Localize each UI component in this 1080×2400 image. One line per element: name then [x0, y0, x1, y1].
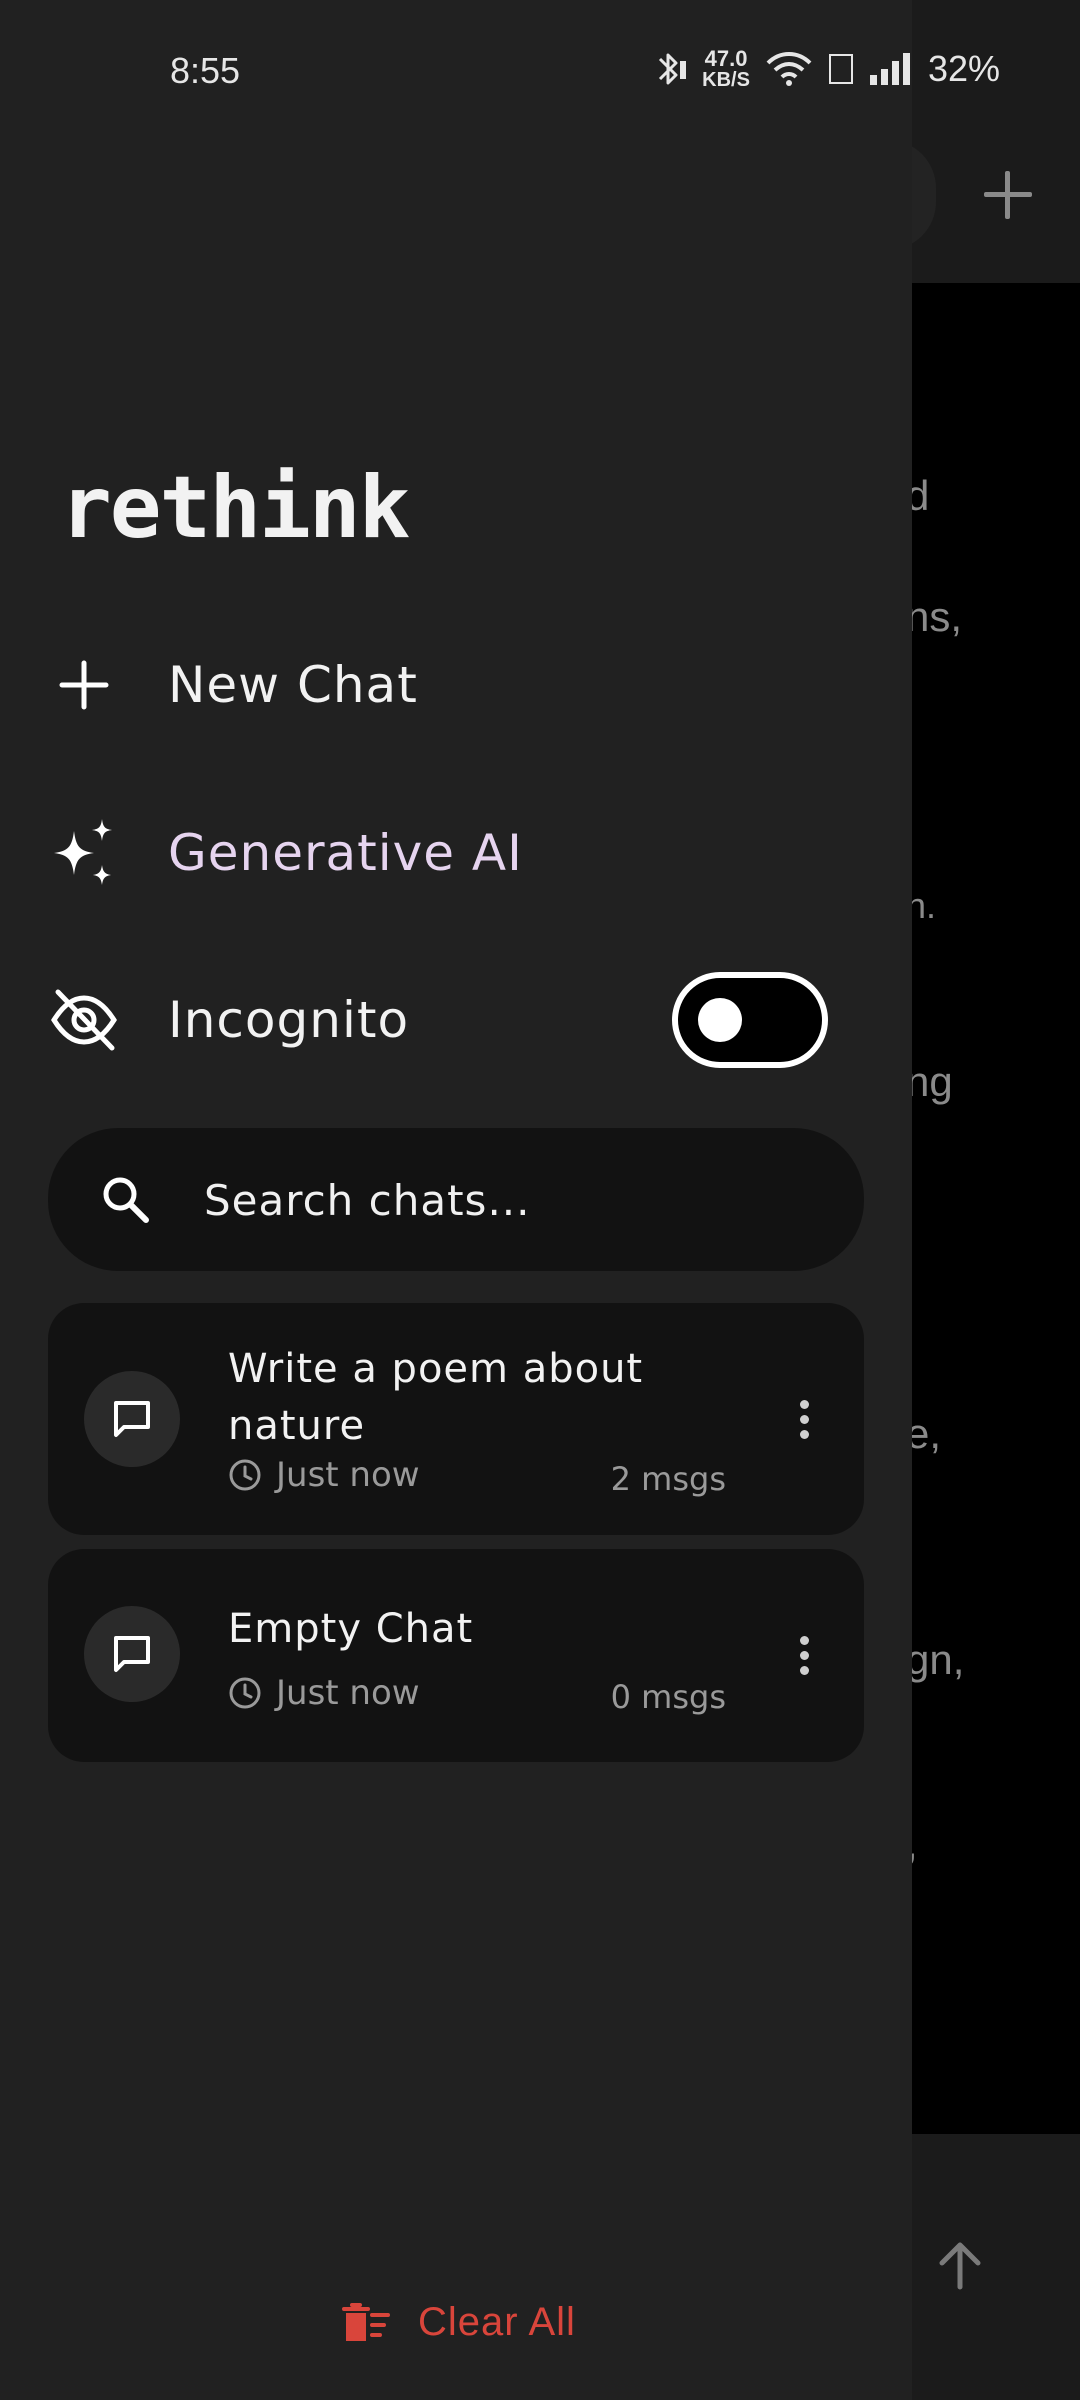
more-vert-icon[interactable] [784, 1625, 824, 1685]
status-icons: 47.0 KB/S 32% [652, 48, 1000, 90]
signal-icon [869, 53, 910, 85]
logo-text: rethink [60, 465, 410, 545]
chat-time: Just now [228, 1673, 420, 1713]
network-speed-value: 47.0 [704, 46, 748, 71]
new-chat-button[interactable]: New Chat [0, 625, 912, 745]
generative-ai-label: Generative AI [168, 824, 523, 882]
chat-avatar [84, 1371, 180, 1467]
chat-bubble-icon [114, 1636, 150, 1672]
search-input[interactable] [204, 1156, 824, 1244]
chat-avatar [84, 1606, 180, 1702]
network-speed: 47.0 KB/S [702, 46, 750, 91]
status-time: 8:55 [170, 50, 241, 91]
chat-list-item[interactable]: Write a poem about nature Just now 2 msg… [48, 1303, 864, 1535]
chat-title: Write a poem about nature [228, 1346, 644, 1449]
incognito-toggle[interactable] [672, 972, 828, 1068]
clear-all-label: Clear All [418, 2300, 576, 2344]
chat-title: Empty Chat [228, 1606, 474, 1652]
chat-time-text: Just now [276, 1455, 420, 1495]
bluetooth-icon [659, 53, 687, 85]
navigation-drawer: rethink New Chat Generative AI Incognito… [0, 0, 912, 2400]
plus-icon [48, 649, 120, 721]
background-text: gn, [906, 1636, 965, 1683]
search-bar [48, 1128, 864, 1271]
sparkles-icon [48, 817, 120, 889]
chat-time-text: Just now [276, 1673, 420, 1713]
background-text: ng [906, 1058, 953, 1105]
background-text: ns, [906, 593, 963, 640]
rethink-logo: rethink [60, 465, 412, 545]
new-chat-label: New Chat [168, 656, 418, 714]
clear-all-button[interactable]: Clear All [340, 2300, 576, 2345]
network-speed-unit: KB/S [702, 69, 750, 91]
chat-bubble-icon [114, 1401, 150, 1437]
more-vert-icon[interactable] [784, 1389, 824, 1449]
chat-message-count: 0 msgs [610, 1678, 726, 1716]
clock-icon [229, 1459, 261, 1491]
arrow-up-icon [939, 2242, 981, 2290]
clock-icon [229, 1677, 261, 1709]
battery-percentage: 32% [927, 48, 1000, 89]
search-icon [103, 1177, 149, 1223]
chat-message-count: 2 msgs [610, 1460, 726, 1498]
chat-list-item[interactable]: Empty Chat Just now 0 msgs [48, 1549, 864, 1762]
volte-icon [828, 54, 853, 84]
generative-ai-button[interactable]: Generative AI [0, 793, 912, 913]
eye-off-icon [48, 984, 120, 1056]
chat-time: Just now [228, 1455, 420, 1495]
incognito-label: Incognito [168, 991, 410, 1049]
delete-sweep-icon [342, 2302, 390, 2341]
background-plus-icon [978, 165, 1038, 225]
toggle-knob [698, 998, 742, 1042]
wifi-icon [766, 52, 812, 86]
